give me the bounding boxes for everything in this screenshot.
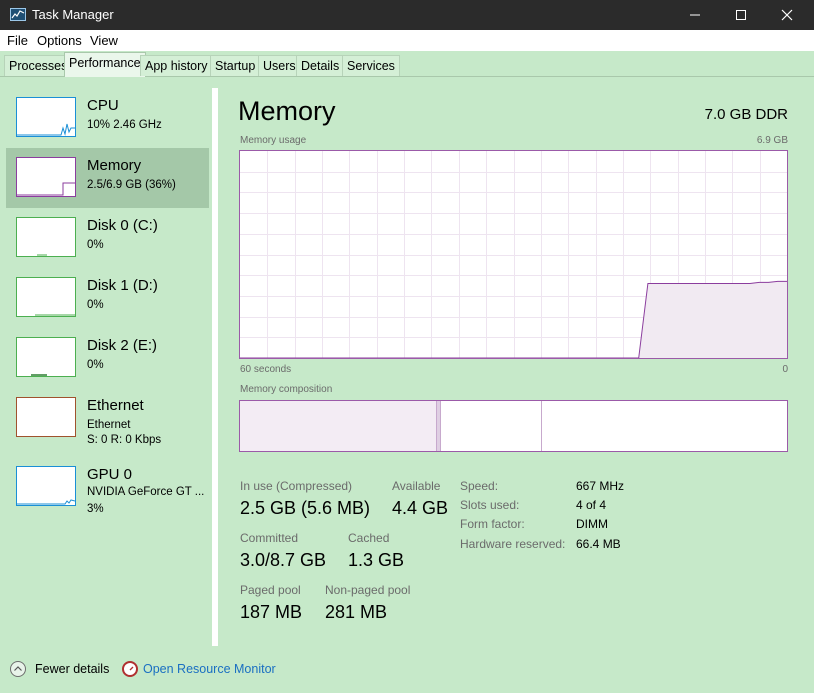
- minimize-icon: [690, 14, 700, 16]
- ethernet-thumbnail: [16, 397, 76, 437]
- tab-users[interactable]: Users: [258, 55, 301, 76]
- memory-usage-label: Memory usage: [240, 135, 307, 146]
- tab-app-history[interactable]: App history: [140, 55, 213, 76]
- paged-pool-value: 187 MB: [240, 602, 303, 622]
- close-icon: [781, 9, 793, 21]
- slots-used-value: 4 of 4: [576, 498, 607, 512]
- menu-file[interactable]: File: [7, 33, 28, 48]
- sidebar-item-gpu-0[interactable]: GPU 0 NVIDIA GeForce GT ... 3%: [6, 457, 209, 517]
- sidebar-item-disk-1[interactable]: Disk 1 (D:) 0%: [6, 268, 209, 328]
- fewer-details-label: Fewer details: [35, 662, 110, 676]
- memory-thumbnail: [16, 157, 76, 197]
- sidebar-item-label: Disk 2 (E:): [87, 337, 158, 354]
- menu-bar: File Options View: [0, 30, 814, 51]
- maximize-icon: [736, 10, 746, 20]
- sidebar-item-throughput: S: 0 R: 0 Kbps: [87, 434, 162, 446]
- disk-1-thumbnail: [16, 277, 76, 317]
- resource-monitor-icon: [122, 661, 138, 677]
- sidebar-item-value: 10% 2.46 GHz: [87, 119, 162, 131]
- tab-services[interactable]: Services: [342, 55, 400, 76]
- menu-view[interactable]: View: [90, 33, 118, 48]
- disk-0-thumbnail: [16, 217, 76, 257]
- close-button[interactable]: [764, 0, 810, 30]
- tab-details[interactable]: Details: [296, 55, 345, 76]
- slots-used-label: Slots used:: [460, 498, 520, 512]
- memory-usage-graph: [239, 150, 788, 359]
- sidebar-item-label: CPU: [87, 97, 119, 114]
- sidebar-item-label: Ethernet: [87, 397, 144, 414]
- open-resource-monitor-label: Open Resource Monitor: [143, 662, 276, 676]
- minimize-button[interactable]: [672, 0, 718, 30]
- hardware-reserved-value: 66.4 MB: [576, 537, 621, 551]
- committed-label: Committed: [240, 531, 299, 545]
- page-title: Memory: [238, 96, 336, 126]
- maximize-button[interactable]: [718, 0, 764, 30]
- cached-value: 1.3 GB: [348, 550, 405, 570]
- open-resource-monitor-link[interactable]: Open Resource Monitor: [122, 660, 282, 678]
- committed-value: 3.0/8.7 GB: [240, 550, 327, 570]
- sidebar-item-disk-0[interactable]: Disk 0 (C:) 0%: [6, 208, 209, 268]
- chevron-up-icon: [10, 661, 26, 677]
- sidebar-item-label: Disk 0 (C:): [87, 217, 158, 234]
- sidebar-item-device: NVIDIA GeForce GT ...: [87, 486, 205, 498]
- disk-2-thumbnail: [16, 337, 76, 377]
- usage-area: [638, 281, 787, 358]
- sidebar-item-ethernet[interactable]: Ethernet Ethernet S: 0 R: 0 Kbps: [6, 388, 209, 448]
- non-paged-pool-label: Non-paged pool: [325, 583, 411, 597]
- sidebar-item-value: 3%: [87, 503, 104, 515]
- in-use-value: 2.5 GB (5.6 MB): [240, 498, 371, 518]
- non-paged-pool-value: 281 MB: [325, 602, 388, 622]
- available-value: 4.4 GB: [392, 498, 449, 518]
- task-manager-icon: [10, 8, 26, 21]
- fewer-details-button[interactable]: Fewer details: [10, 660, 110, 678]
- available-label: Available: [392, 479, 441, 493]
- title-bar: Task Manager: [0, 0, 814, 30]
- sidebar-item-value: 0%: [87, 359, 104, 371]
- speed-value: 667 MHz: [576, 479, 625, 493]
- time-axis-start: 60 seconds: [240, 364, 292, 375]
- cached-label: Cached: [348, 531, 390, 545]
- sidebar-item-value: 0%: [87, 299, 104, 311]
- sidebar-item-memory[interactable]: Memory 2.5/6.9 GB (36%): [6, 148, 209, 208]
- memory-usage-max: 6.9 GB: [756, 135, 788, 146]
- sidebar-item-label: Disk 1 (D:): [87, 277, 158, 294]
- sidebar-item-value: Ethernet: [87, 419, 131, 431]
- in-use-label: In use (Compressed): [240, 479, 353, 493]
- window-title: Task Manager: [32, 7, 114, 22]
- composition-in-use: [240, 401, 436, 451]
- sidebar-item-value: 0%: [87, 239, 104, 251]
- speed-label: Speed:: [460, 479, 499, 493]
- form-factor-value: DIMM: [576, 517, 608, 531]
- paged-pool-label: Paged pool: [240, 583, 301, 597]
- sidebar-item-cpu[interactable]: CPU 10% 2.46 GHz: [6, 88, 209, 148]
- form-factor-label: Form factor:: [460, 517, 525, 531]
- sidebar-divider[interactable]: [212, 88, 218, 646]
- menu-options[interactable]: Options: [37, 33, 82, 48]
- tab-bar: Processes Performance App history Startu…: [0, 51, 814, 77]
- memory-usage-chart: [240, 151, 787, 359]
- memory-composition-chart: [240, 401, 542, 451]
- cpu-thumbnail: [16, 97, 76, 137]
- time-axis-end: 0: [782, 364, 788, 375]
- hardware-reserved-label: Hardware reserved:: [460, 537, 566, 551]
- composition-modified: [437, 401, 440, 451]
- tab-performance[interactable]: Performance: [64, 52, 146, 77]
- gpu-0-thumbnail: [16, 466, 76, 506]
- memory-spec: 7.0 GB DDR: [704, 106, 788, 123]
- tab-startup[interactable]: Startup: [210, 55, 261, 76]
- memory-composition-label: Memory composition: [240, 384, 333, 395]
- sidebar-item-label: Memory: [87, 157, 142, 174]
- sidebar-item-value: 2.5/6.9 GB (36%): [87, 179, 176, 191]
- tab-processes[interactable]: Processes: [4, 55, 73, 76]
- sidebar-item-label: GPU 0: [87, 466, 133, 483]
- memory-composition-bar: [239, 400, 788, 452]
- sidebar-item-disk-2[interactable]: Disk 2 (E:) 0%: [6, 328, 209, 388]
